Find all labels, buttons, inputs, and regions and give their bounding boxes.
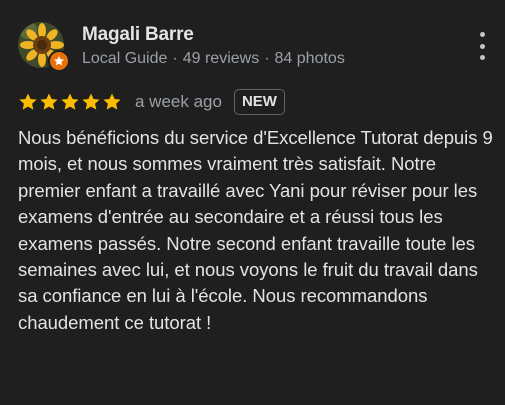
reviewer-meta: Local Guide · 49 reviews · 84 photos [82,49,345,69]
reviewer-info: Magali Barre Local Guide · 49 reviews · … [82,22,345,69]
star-icon [61,93,79,110]
menu-dot [479,43,485,49]
star-rating [18,92,123,112]
rating-row: a week ago NEW [18,88,487,116]
review-count: 49 reviews [182,50,260,67]
menu-dot [479,32,485,37]
avatar-container[interactable] [18,22,70,72]
star-icon [40,93,58,110]
star-icon [19,93,37,110]
review-header: Magali Barre Local Guide · 49 reviews · … [18,22,487,72]
photo-count: 84 photos [274,50,345,67]
review-card: Magali Barre Local Guide · 49 reviews · … [0,0,505,405]
meta-separator: · [172,50,178,67]
menu-dot [479,55,485,60]
star-icon [82,93,100,110]
star-icon [103,93,121,110]
local-guide-label: Local Guide [82,50,168,67]
new-badge: NEW [233,89,285,115]
review-text: Nous bénéficions du service d'Excellence… [18,127,493,333]
more-vert-icon[interactable] [475,32,489,60]
local-guide-star-icon [48,50,70,72]
review-time: a week ago [135,92,222,111]
reviewer-name[interactable]: Magali Barre [82,23,345,47]
meta-separator: · [264,50,270,67]
